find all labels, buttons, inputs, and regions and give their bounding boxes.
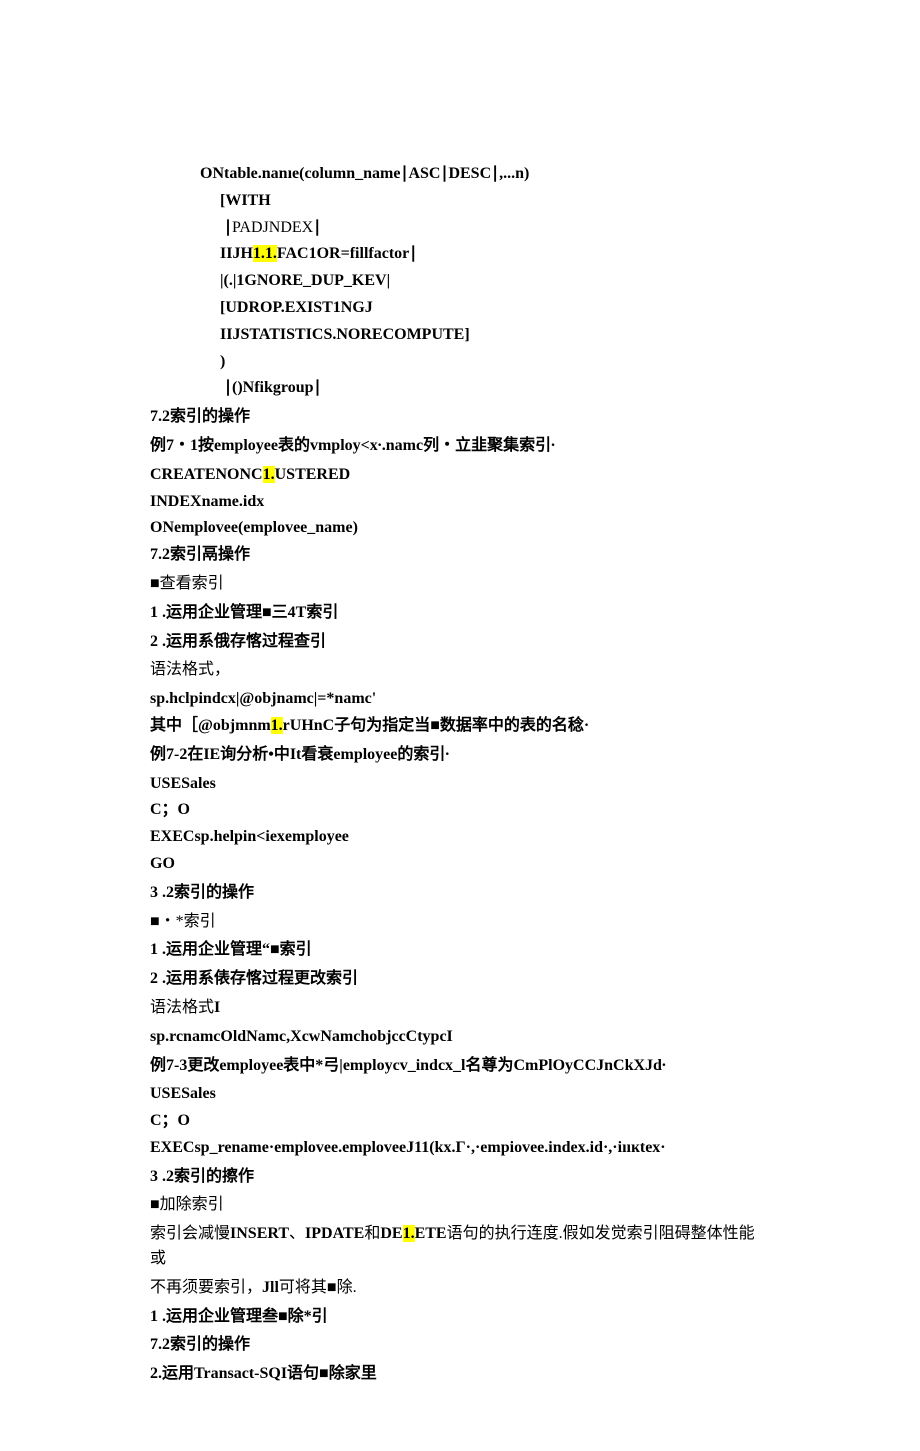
code-line: C；O bbox=[150, 798, 770, 823]
text: DE bbox=[380, 1225, 402, 1242]
code-line: USESales bbox=[150, 1082, 770, 1107]
heading: 7.2索引鬲操作 bbox=[150, 543, 770, 568]
highlight: 1. bbox=[403, 1225, 415, 1242]
heading: 3 .2索引的擦作 bbox=[150, 1165, 770, 1190]
text: 其中［@objmnm bbox=[150, 717, 271, 734]
text: ∣()Nfikgroup∣ bbox=[224, 379, 322, 396]
text: Jll bbox=[262, 1279, 279, 1296]
text: I bbox=[214, 999, 220, 1016]
paragraph: ■查看索引 bbox=[150, 572, 770, 597]
text: ∣ bbox=[224, 219, 232, 236]
code-line: ONemplovee(emplovee_name) bbox=[150, 516, 770, 541]
code-line: sp.rcnamcOldNamc,XcwNamchobjccCtypcI bbox=[150, 1025, 770, 1050]
text: CREATENONC bbox=[150, 466, 263, 483]
code-line: C；O bbox=[150, 1109, 770, 1134]
text: INSERT bbox=[230, 1225, 289, 1242]
text: PADJNDEX bbox=[232, 219, 313, 236]
paragraph: 语法格式I bbox=[150, 996, 770, 1021]
code-line: [UDROP.EXIST1NGJ bbox=[150, 296, 770, 321]
paragraph: 例7・1按employee表的vmploy<x∙.namc列・立韭聚集索引∙ bbox=[150, 434, 770, 459]
document-page: ONtable.nanıe(column_name∣ASC∣DESC∣,...n… bbox=[0, 0, 920, 1451]
paragraph: 例7-3更改employee表中*弓|employcv_indcx_l名尊为Cm… bbox=[150, 1054, 770, 1079]
highlight: 1. bbox=[263, 466, 275, 483]
text: 语法格式 bbox=[150, 999, 214, 1016]
code-line: INDEXname.idx bbox=[150, 490, 770, 515]
paragraph: 语法格式， bbox=[150, 658, 770, 683]
heading: 7.2索引的操作 bbox=[150, 1333, 770, 1358]
highlight: 1. bbox=[271, 717, 283, 734]
paragraph: ■加除索引 bbox=[150, 1193, 770, 1218]
code-line: sp.hclpindcx|@objnamc|=*namc' bbox=[150, 687, 770, 712]
highlight: 1.1. bbox=[253, 245, 277, 262]
text: IIJH bbox=[220, 245, 253, 262]
paragraph: 不再须要索引，Jll可将其■除. bbox=[150, 1276, 770, 1301]
text: rUHnC子句为指定当■数据率中的表的名稔· bbox=[283, 717, 590, 734]
paragraph: 例7-2在IE询分析•中It看衰employee的索引∙ bbox=[150, 743, 770, 768]
code-line: IIJH1.1.FAC1OR=fillfactor∣ bbox=[150, 242, 770, 267]
code-line: ∣∣PADJNDEX∣PADJNDEX∣ bbox=[150, 216, 770, 241]
paragraph: 索引会减慢INSERT、IPDATE和DE1.ETE语句的执行连度.假如发觉索引… bbox=[150, 1222, 770, 1272]
text: ∣ bbox=[313, 219, 321, 236]
code-line: ∣()Nfikgroup∣ bbox=[150, 376, 770, 401]
paragraph: 2.运用Transact-SQI语句■除家里 bbox=[150, 1362, 770, 1387]
code-line: EXECsp_rename·emplovee.emploveeJ11(kx.Γ·… bbox=[150, 1136, 770, 1161]
code-line: USESales bbox=[150, 772, 770, 797]
text: IPDATE bbox=[305, 1225, 364, 1242]
code-line: ) bbox=[150, 350, 770, 375]
text: FAC1OR=fillfactor∣ bbox=[277, 245, 417, 262]
code-line: [WITH bbox=[150, 189, 770, 214]
text: USTERED bbox=[275, 466, 351, 483]
list-item: 1 .运用企业管理■三4T索引 bbox=[150, 601, 770, 626]
text: 和 bbox=[364, 1225, 380, 1242]
text: 索引会减慢 bbox=[150, 1225, 230, 1242]
list-item: 2 .运用系俵存愘过程更改索引 bbox=[150, 967, 770, 992]
text: 、 bbox=[289, 1225, 305, 1242]
text: ETE bbox=[415, 1225, 447, 1242]
paragraph: ■・*索引 bbox=[150, 910, 770, 935]
heading: 3 .2索引的操作 bbox=[150, 881, 770, 906]
list-item: 1 .运用企业管理“■索引 bbox=[150, 938, 770, 963]
heading: 7.2索引的操作 bbox=[150, 405, 770, 430]
list-item: 1 .运用企业管理叁■除*引 bbox=[150, 1305, 770, 1330]
code-line: CREATENONC1.USTERED bbox=[150, 463, 770, 488]
code-line: IIJSTATISTICS.NORECOMPUTE] bbox=[150, 323, 770, 348]
code-line: EXECsp.helpin<iexemployee bbox=[150, 825, 770, 850]
text: 不再须要索引， bbox=[150, 1279, 262, 1296]
text: 可将其■除. bbox=[279, 1279, 357, 1296]
code-line: |(.|1GNORE_DUP_KEV| bbox=[150, 269, 770, 294]
code-line: GO bbox=[150, 852, 770, 877]
list-item: 2 .运用系俄存愘过程查引 bbox=[150, 630, 770, 655]
paragraph: 其中［@objmnm1.rUHnC子句为指定当■数据率中的表的名稔· bbox=[150, 714, 770, 739]
code-line: ONtable.nanıe(column_name∣ASC∣DESC∣,...n… bbox=[150, 162, 770, 187]
